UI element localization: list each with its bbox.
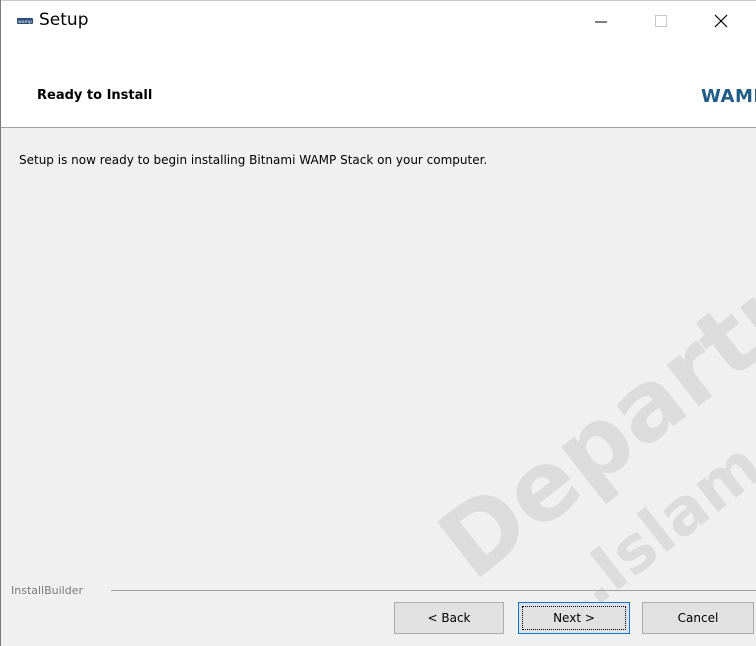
- close-icon: [714, 14, 728, 28]
- page-title: Ready to Install: [37, 88, 153, 103]
- minimize-icon: [595, 21, 607, 23]
- back-button-label: < Back: [427, 611, 471, 625]
- watermark-line2: …Islam Uni…: [527, 302, 756, 646]
- watermark-line1: Department: [418, 112, 756, 601]
- installbuilder-label: InstallBuilder: [11, 584, 84, 597]
- footer-divider: [111, 590, 756, 591]
- wamp-logo-icon: wamp: [17, 18, 33, 24]
- title-bar[interactable]: wamp Setup: [1, 0, 756, 42]
- back-button[interactable]: < Back: [394, 602, 504, 634]
- maximize-button[interactable]: [631, 1, 691, 41]
- product-logo: WAMP: [701, 86, 756, 107]
- svg-text:wamp: wamp: [18, 20, 32, 24]
- ready-message: Setup is now ready to begin installing B…: [19, 153, 488, 167]
- close-button[interactable]: [691, 1, 751, 41]
- cancel-button-label: Cancel: [677, 611, 719, 625]
- header-band: Ready to Install WAMP: [1, 42, 756, 128]
- focus-outline: [522, 606, 626, 630]
- maximize-icon: [655, 15, 667, 27]
- cancel-button[interactable]: Cancel: [642, 602, 754, 634]
- window-title: Setup: [39, 10, 89, 30]
- minimize-button[interactable]: [571, 1, 631, 41]
- next-button[interactable]: Next >: [518, 602, 630, 634]
- setup-window: wamp Setup Ready to Install WAMP Setup i…: [0, 0, 756, 646]
